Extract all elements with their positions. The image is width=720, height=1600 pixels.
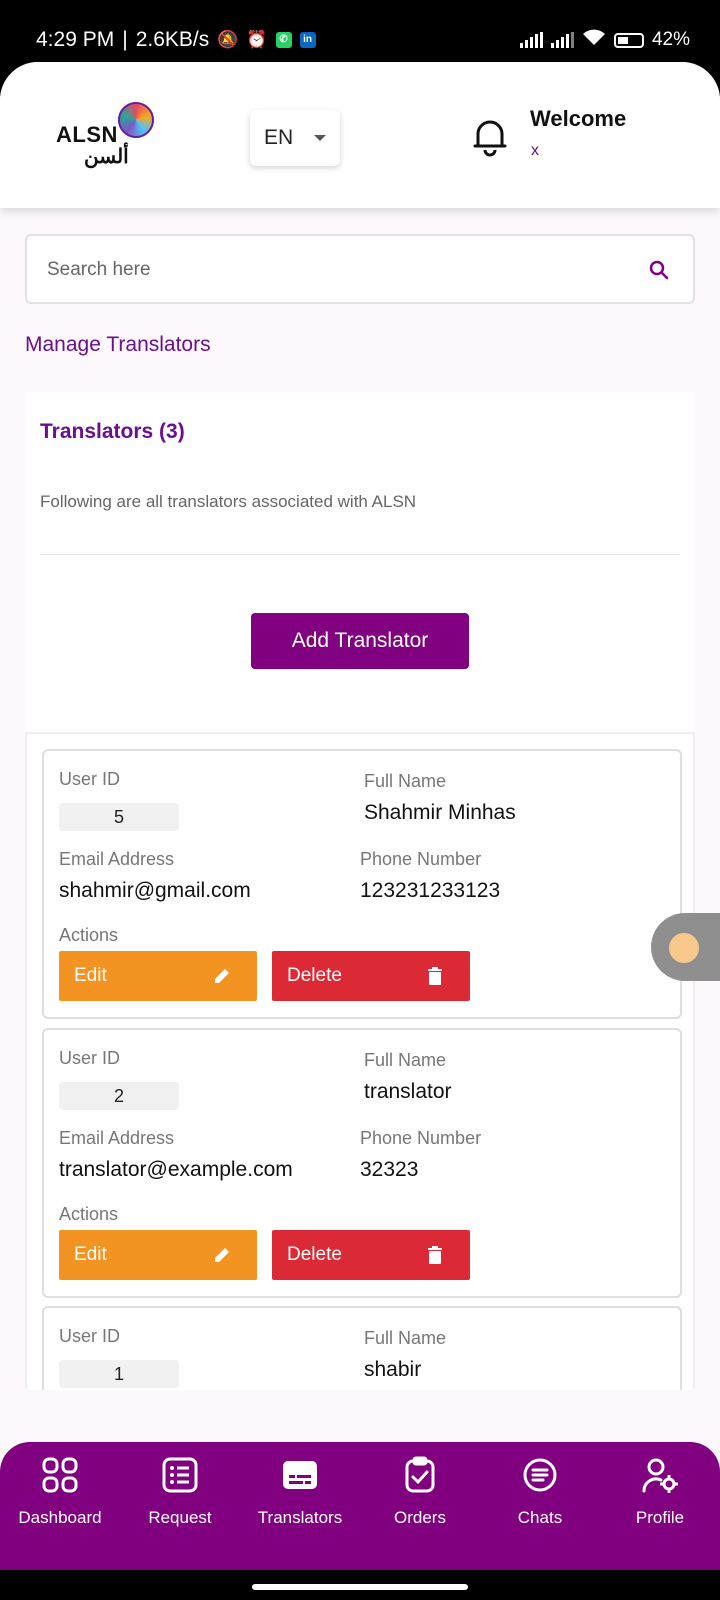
- search-bar: [25, 234, 695, 304]
- user-id-label: User ID: [59, 1326, 121, 1346]
- full-name-label: Full Name: [364, 771, 447, 791]
- add-translator-button[interactable]: Add Translator: [251, 613, 469, 669]
- user-id-value: 1: [59, 1360, 179, 1388]
- linkedin-icon: in: [299, 32, 316, 48]
- logo-emblem: [118, 102, 154, 138]
- status-time: 4:29 PM: [36, 28, 115, 51]
- user-id-value: 5: [59, 803, 179, 831]
- phone-label: Phone Number: [360, 1128, 482, 1148]
- status-left: 4:29 PM | 2.6KB/s 🔕 ⏰ ✆ in: [36, 28, 316, 52]
- user-id-label: User ID: [59, 769, 121, 789]
- user-name: x: [531, 142, 539, 159]
- user-id-value: 2: [59, 1082, 179, 1110]
- whatsapp-icon: ✆: [275, 32, 292, 48]
- nav-label: Dashboard: [18, 1508, 102, 1527]
- network-speed: 2.6KB/s: [135, 28, 210, 51]
- panel-title: Translators (3): [40, 420, 185, 443]
- phone-value: 123231233123: [360, 879, 501, 902]
- nav-label: Request: [148, 1508, 212, 1527]
- signal-icon: [519, 32, 543, 48]
- nav-dashboard[interactable]: Dashboard: [0, 1442, 120, 1570]
- nav-label: Translators: [257, 1508, 343, 1527]
- panel-description: Following are all translators associated…: [40, 492, 417, 511]
- translator-card: User ID 5 Full Name Shahmir Minhas Email…: [42, 749, 682, 1019]
- translator-card: User ID 2 Full Name translator Email Add…: [42, 1028, 682, 1298]
- status-right: 42%: [519, 28, 690, 52]
- edit-label: Edit: [74, 1244, 107, 1265]
- signal-icon-2: [550, 32, 574, 48]
- notification-bell-icon[interactable]: [470, 114, 510, 158]
- email-value: shahmir@gmail.com: [59, 879, 251, 902]
- nav-orders[interactable]: Orders: [360, 1442, 480, 1570]
- divider: [40, 554, 680, 555]
- welcome-text: Welcome: [530, 106, 627, 131]
- page-title: Manage Translators: [25, 333, 211, 356]
- nav-label: Profile: [635, 1508, 685, 1527]
- accessibility-icon: [669, 933, 699, 963]
- pencil-icon: [215, 1248, 229, 1262]
- delete-label: Delete: [287, 965, 342, 986]
- chat-icon: [523, 1458, 557, 1492]
- mute-notification-icon: 🔕: [217, 30, 239, 49]
- delete-button[interactable]: Delete: [272, 1230, 470, 1280]
- logo-arabic: ألسن: [84, 146, 129, 168]
- full-name-value: Shahmir Minhas: [364, 801, 516, 824]
- delete-label: Delete: [287, 1244, 342, 1265]
- trash-icon: [428, 967, 442, 985]
- nav-request[interactable]: Request: [120, 1442, 240, 1570]
- full-name-label: Full Name: [364, 1050, 447, 1070]
- battery-icon: [613, 32, 644, 48]
- email-label: Email Address: [59, 1128, 175, 1148]
- search-input[interactable]: [47, 254, 607, 286]
- app-screen: ALSN ألسن EN Welcome x Manage Translator…: [0, 62, 720, 1570]
- nav-translators[interactable]: Translators: [240, 1442, 360, 1570]
- edit-button[interactable]: Edit: [59, 1230, 257, 1280]
- nav-label: Chats: [517, 1508, 563, 1527]
- edit-button[interactable]: Edit: [59, 951, 257, 1001]
- email-label: Email Address: [59, 849, 175, 869]
- full-name-label: Full Name: [364, 1328, 447, 1348]
- delete-button[interactable]: Delete: [272, 951, 470, 1001]
- status-bar: 4:29 PM | 2.6KB/s 🔕 ⏰ ✆ in 42%: [0, 0, 720, 62]
- battery-level: 42%: [651, 29, 690, 50]
- phone-value: 32323: [360, 1158, 419, 1181]
- full-name-value: shabir: [364, 1358, 422, 1381]
- caret-down-icon: [314, 135, 326, 141]
- nav-chats[interactable]: Chats: [480, 1442, 600, 1570]
- trash-icon: [428, 1246, 442, 1264]
- translator-card: User ID 1 Full Name shabir: [42, 1306, 682, 1390]
- accessibility-float-button[interactable]: [651, 913, 720, 981]
- translator-list[interactable]: User ID 5 Full Name Shahmir Minhas Email…: [25, 732, 695, 1390]
- nav-profile[interactable]: Profile: [600, 1442, 720, 1570]
- bottom-navigation: Dashboard Request Translators Orders Cha…: [0, 1442, 720, 1570]
- search-icon[interactable]: [647, 258, 671, 282]
- grid-icon: [42, 1457, 78, 1493]
- email-value: translator@example.com: [59, 1158, 293, 1181]
- alsn-logo[interactable]: ALSN ألسن: [56, 102, 166, 172]
- translators-panel: Translators (3) Following are all transl…: [25, 392, 695, 1390]
- user-id-label: User ID: [59, 1048, 121, 1068]
- app-header: ALSN ألسن EN Welcome x: [0, 62, 720, 208]
- alarm-icon: ⏰: [246, 30, 268, 49]
- clipboard-check-icon: [405, 1456, 435, 1493]
- user-settings-icon: [642, 1458, 678, 1493]
- edit-label: Edit: [74, 965, 107, 986]
- home-indicator[interactable]: [252, 1584, 468, 1590]
- actions-label: Actions: [59, 1204, 119, 1224]
- language-value: EN: [264, 126, 294, 149]
- pencil-icon: [215, 969, 229, 983]
- phone-label: Phone Number: [360, 849, 482, 869]
- subtitles-icon: [283, 1461, 317, 1489]
- nav-label: Orders: [394, 1508, 446, 1527]
- language-select[interactable]: EN: [250, 110, 340, 166]
- full-name-value: translator: [364, 1080, 452, 1103]
- status-separator: |: [122, 28, 128, 51]
- actions-label: Actions: [59, 925, 119, 945]
- wifi-icon: [582, 28, 606, 52]
- list-icon: [162, 1457, 198, 1493]
